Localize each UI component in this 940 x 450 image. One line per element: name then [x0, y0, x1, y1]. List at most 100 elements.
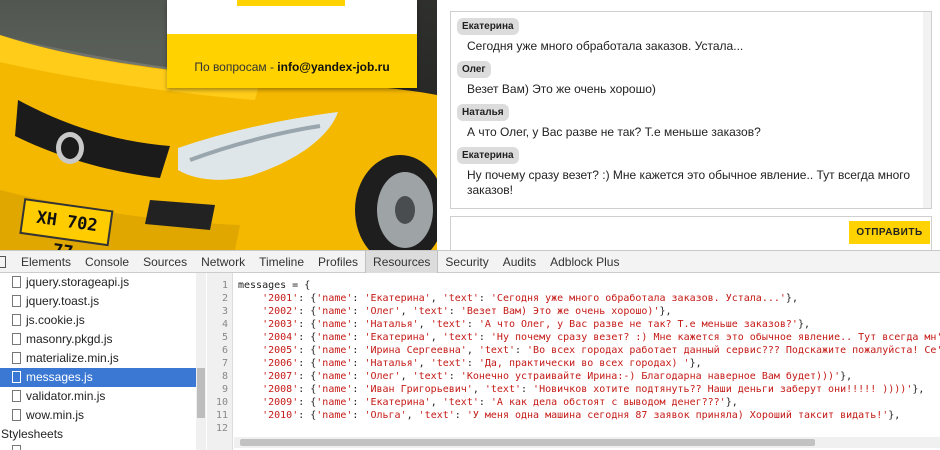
- file-name: validator.min.js: [26, 389, 106, 403]
- tab-console[interactable]: Console: [78, 251, 136, 273]
- code-punct: : {: [298, 345, 317, 356]
- code-punct: :: [352, 306, 365, 317]
- file-item[interactable]: masonry.pkgd.js: [0, 330, 196, 349]
- code-text-value: 'Да, практически во всех городах) ': [478, 358, 690, 369]
- tab-timeline[interactable]: Timeline: [252, 251, 311, 273]
- stylesheets-section[interactable]: Stylesheets: [0, 426, 196, 442]
- code-punct: :: [352, 332, 365, 343]
- line-number: 9: [221, 384, 228, 395]
- code-text-value: 'Ну почему сразу везет? :) Мне кажется э…: [490, 332, 940, 343]
- code-punct: },: [840, 371, 853, 382]
- sidebar-scrollbar[interactable]: [196, 273, 206, 450]
- code-name-value: 'Ирина Сергеевна': [364, 345, 467, 356]
- file-item[interactable]: jquery.storageapi.js: [0, 273, 196, 292]
- file-item[interactable]: [0, 442, 196, 450]
- message-text: Ну почему сразу везет? :) Мне кажется эт…: [467, 168, 911, 197]
- tab-network[interactable]: Network: [194, 251, 252, 273]
- file-icon: [12, 276, 21, 288]
- message-text: А что Олег, у Вас разве не так? Т.е мень…: [467, 125, 761, 139]
- file-item[interactable]: validator.min.js: [0, 387, 196, 406]
- file-item[interactable]: jquery.toast.js: [0, 292, 196, 311]
- code-punct: },: [785, 293, 798, 304]
- code-punct: : {: [298, 384, 317, 395]
- code-key: 'text': [442, 293, 479, 304]
- message-author: Екатерина: [457, 18, 519, 35]
- code-punct: ,: [418, 358, 431, 369]
- code-key: '2003': [262, 319, 299, 330]
- code-name-value: 'Ольга': [364, 410, 407, 421]
- code-key: '2008': [262, 384, 299, 395]
- code-punct: :: [466, 319, 479, 330]
- code-punct: ,: [430, 332, 443, 343]
- tab-profiles[interactable]: Profiles: [311, 251, 365, 273]
- tab-elements[interactable]: Elements: [14, 251, 78, 273]
- code-punct: : {: [298, 358, 317, 369]
- tab-resources[interactable]: Resources: [365, 250, 439, 273]
- chat-scrollbar[interactable]: [923, 12, 931, 208]
- code-name-value: 'Наталья': [364, 319, 419, 330]
- contact-email-link[interactable]: info@yandex-job.ru: [277, 60, 389, 74]
- code-punct: ,: [430, 293, 443, 304]
- code-text-value: 'Сегодня уже много обработала заказов. У…: [490, 293, 786, 304]
- line-number: 5: [221, 332, 228, 343]
- code-punct: :: [352, 384, 365, 395]
- code-name-value: 'Наталья': [364, 358, 419, 369]
- code-key: '2010': [262, 410, 299, 421]
- file-icon: [12, 445, 21, 450]
- code-punct: :: [478, 397, 491, 408]
- code-punct: :: [352, 397, 365, 408]
- file-icon: [12, 409, 21, 421]
- send-button[interactable]: ОТПРАВИТЬ: [849, 221, 930, 244]
- code-line: '2009': {'name': 'Екатерина', 'text': 'А…: [238, 396, 738, 409]
- dock-panel-icon[interactable]: [0, 255, 6, 268]
- file-item[interactable]: js.cookie.js: [0, 311, 196, 330]
- code-punct: },: [689, 358, 702, 369]
- file-icon: [12, 295, 21, 307]
- code-key: 'name': [316, 410, 353, 421]
- code-line: '2007': {'name': 'Олег', 'text': 'Конечн…: [238, 370, 852, 383]
- code-line: messages = {: [238, 280, 311, 291]
- tab-security[interactable]: Security: [438, 251, 495, 273]
- code-editor[interactable]: messages = { '2001': {'name': 'Екатерина…: [234, 273, 940, 450]
- file-name: wow.min.js: [26, 408, 85, 422]
- scrollbar-thumb[interactable]: [240, 439, 815, 446]
- code-key: 'name': [316, 306, 353, 317]
- code-key: '2001': [262, 293, 299, 304]
- tab-audits[interactable]: Audits: [496, 251, 543, 273]
- code-punct: : {: [298, 293, 317, 304]
- code-name-value: 'Екатерина': [364, 397, 431, 408]
- message-author: Олег: [457, 61, 491, 78]
- chat-messages[interactable]: Екатерина Сегодня уже много обработала з…: [450, 11, 932, 209]
- code-key: 'name': [316, 358, 353, 369]
- code-punct: :: [514, 345, 528, 356]
- chat-message: Екатерина Сегодня уже много обработала з…: [457, 16, 925, 56]
- tab-sources[interactable]: Sources: [136, 251, 194, 273]
- line-number: 3: [221, 306, 228, 317]
- tab-adblock-plus[interactable]: Adblock Plus: [543, 251, 626, 273]
- scrollbar-thumb[interactable]: [197, 368, 205, 418]
- code-punct: :: [352, 358, 365, 369]
- code-punct: },: [725, 397, 738, 408]
- code-punct: :: [521, 384, 534, 395]
- code-key: '2007': [262, 371, 299, 382]
- chat-message: Наталья А что Олег, у Вас разве не так? …: [457, 102, 925, 142]
- code-punct: ,: [406, 410, 419, 421]
- file-item[interactable]: materialize.min.js: [0, 349, 196, 368]
- code-key: 'name': [316, 397, 353, 408]
- code-punct: },: [797, 319, 810, 330]
- code-key: 'text': [478, 345, 515, 356]
- code-text-value: 'Новичков хотите подтянуть?? Наши деньги…: [533, 384, 913, 395]
- code-punct: :: [352, 371, 365, 382]
- code-punct: : {: [298, 410, 317, 421]
- code-horizontal-scrollbar[interactable]: [234, 437, 940, 448]
- promo-button-edge[interactable]: [237, 0, 345, 6]
- file-item-selected[interactable]: messages.js: [0, 368, 196, 387]
- code-punct: :: [352, 319, 365, 330]
- file-item[interactable]: wow.min.js: [0, 406, 196, 425]
- file-icon: [12, 371, 21, 383]
- code-text-value: 'Конечно устраивайте Ирина:-) Благодарна…: [460, 371, 841, 382]
